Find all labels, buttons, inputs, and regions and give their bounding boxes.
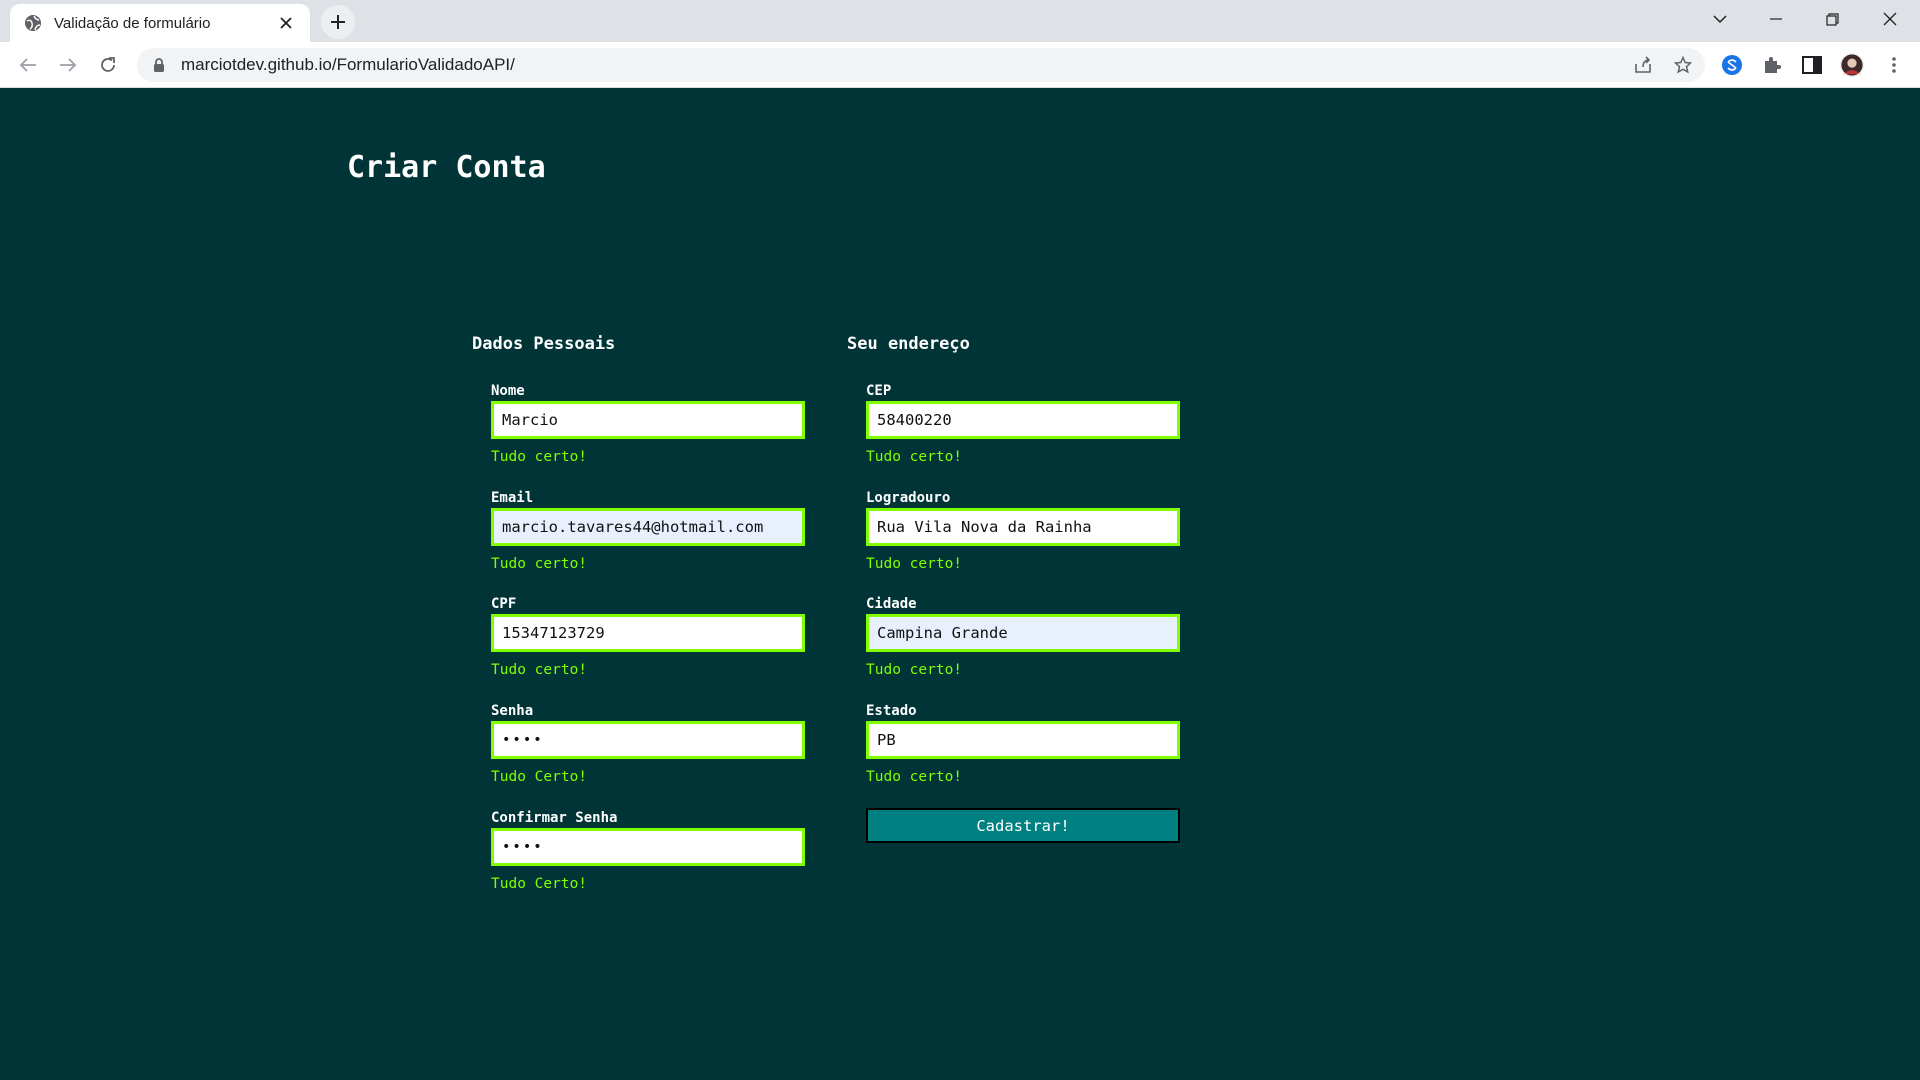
lock-icon[interactable] [151,57,167,73]
address-heading: Seu endereço [847,334,970,354]
confirmar-senha-label: Confirmar Senha [491,810,618,826]
cep-group: CEP 58400220 Tudo certo! [866,383,1180,466]
senha-validation-message: Tudo Certo! [491,769,588,785]
senha-label: Senha [491,703,534,719]
close-window-icon[interactable] [1862,0,1918,38]
estado-label: Estado [866,703,917,719]
close-tab-icon[interactable] [276,13,296,33]
browser-toolbar: marciotdev.github.io/FormularioValidadoA… [0,42,1920,88]
cpf-group: CPF 15347123729 Tudo certo! [491,596,805,679]
share-icon[interactable] [1633,55,1653,75]
senha-group: Senha •••• Tudo Certo! [491,703,805,786]
cidade-input[interactable]: Campina Grande [866,614,1180,652]
confirmar-senha-input[interactable]: •••• [491,828,805,866]
confirmar-senha-group: Confirmar Senha •••• Tudo Certo! [491,810,805,893]
extension-circle-icon[interactable] [1720,53,1744,77]
avatar[interactable] [1840,53,1864,77]
plus-icon [331,15,345,29]
estado-validation-message: Tudo certo! [866,769,963,785]
nome-label: Nome [491,383,525,399]
email-validation-message: Tudo certo! [491,556,588,572]
forward-arrow-icon[interactable] [52,49,84,81]
logradouro-group: Logradouro Rua Vila Nova da Rainha Tudo … [866,490,1180,573]
cidade-label: Cidade [866,596,917,612]
browser-tab-bar: Validação de formulário [0,0,1920,42]
menu-kebab-icon[interactable] [1882,53,1906,77]
email-label: Email [491,490,534,506]
cidade-validation-message: Tudo certo! [866,662,963,678]
senha-input[interactable]: •••• [491,721,805,759]
personal-data-heading: Dados Pessoais [472,334,616,354]
nome-validation-message: Tudo certo! [491,449,588,465]
nome-input[interactable]: Marcio [491,401,805,439]
cpf-input[interactable]: 15347123729 [491,614,805,652]
email-input[interactable]: marcio.tavares44@hotmail.com [491,508,805,546]
cadastrar-button[interactable]: Cadastrar! [866,808,1180,843]
email-group: Email marcio.tavares44@hotmail.com Tudo … [491,490,805,573]
logradouro-label: Logradouro [866,490,951,506]
extensions-puzzle-icon[interactable] [1760,53,1784,77]
cep-validation-message: Tudo certo! [866,449,963,465]
cpf-validation-message: Tudo certo! [491,662,588,678]
estado-input[interactable]: PB [866,721,1180,759]
cep-input[interactable]: 58400220 [866,401,1180,439]
page-title: Criar Conta [347,150,546,185]
cpf-label: CPF [491,596,517,612]
minimize-icon[interactable] [1748,0,1804,38]
back-arrow-icon[interactable] [12,49,44,81]
restore-icon[interactable] [1804,0,1860,38]
bookmark-star-icon[interactable] [1673,55,1693,75]
browser-tab[interactable]: Validação de formulário [10,4,310,42]
url-text: marciotdev.github.io/FormularioValidadoA… [181,55,515,74]
new-tab-button[interactable] [321,5,355,39]
logradouro-input[interactable]: Rua Vila Nova da Rainha [866,508,1180,546]
address-bar[interactable]: marciotdev.github.io/FormularioValidadoA… [137,48,1705,82]
nome-group: Nome Marcio Tudo certo! [491,383,805,466]
logradouro-validation-message: Tudo certo! [866,556,963,572]
tab-title: Validação de formulário [54,14,211,32]
globe-icon [24,14,42,32]
reload-icon[interactable] [92,49,124,81]
tab-search-chevron-down-icon[interactable] [1692,0,1748,38]
confirmar-senha-validation-message: Tudo Certo! [491,876,588,892]
side-panel-icon[interactable] [1800,53,1824,77]
cep-label: CEP [866,383,892,399]
estado-group: Estado PB Tudo certo! [866,703,1180,786]
cidade-group: Cidade Campina Grande Tudo certo! [866,596,1180,679]
